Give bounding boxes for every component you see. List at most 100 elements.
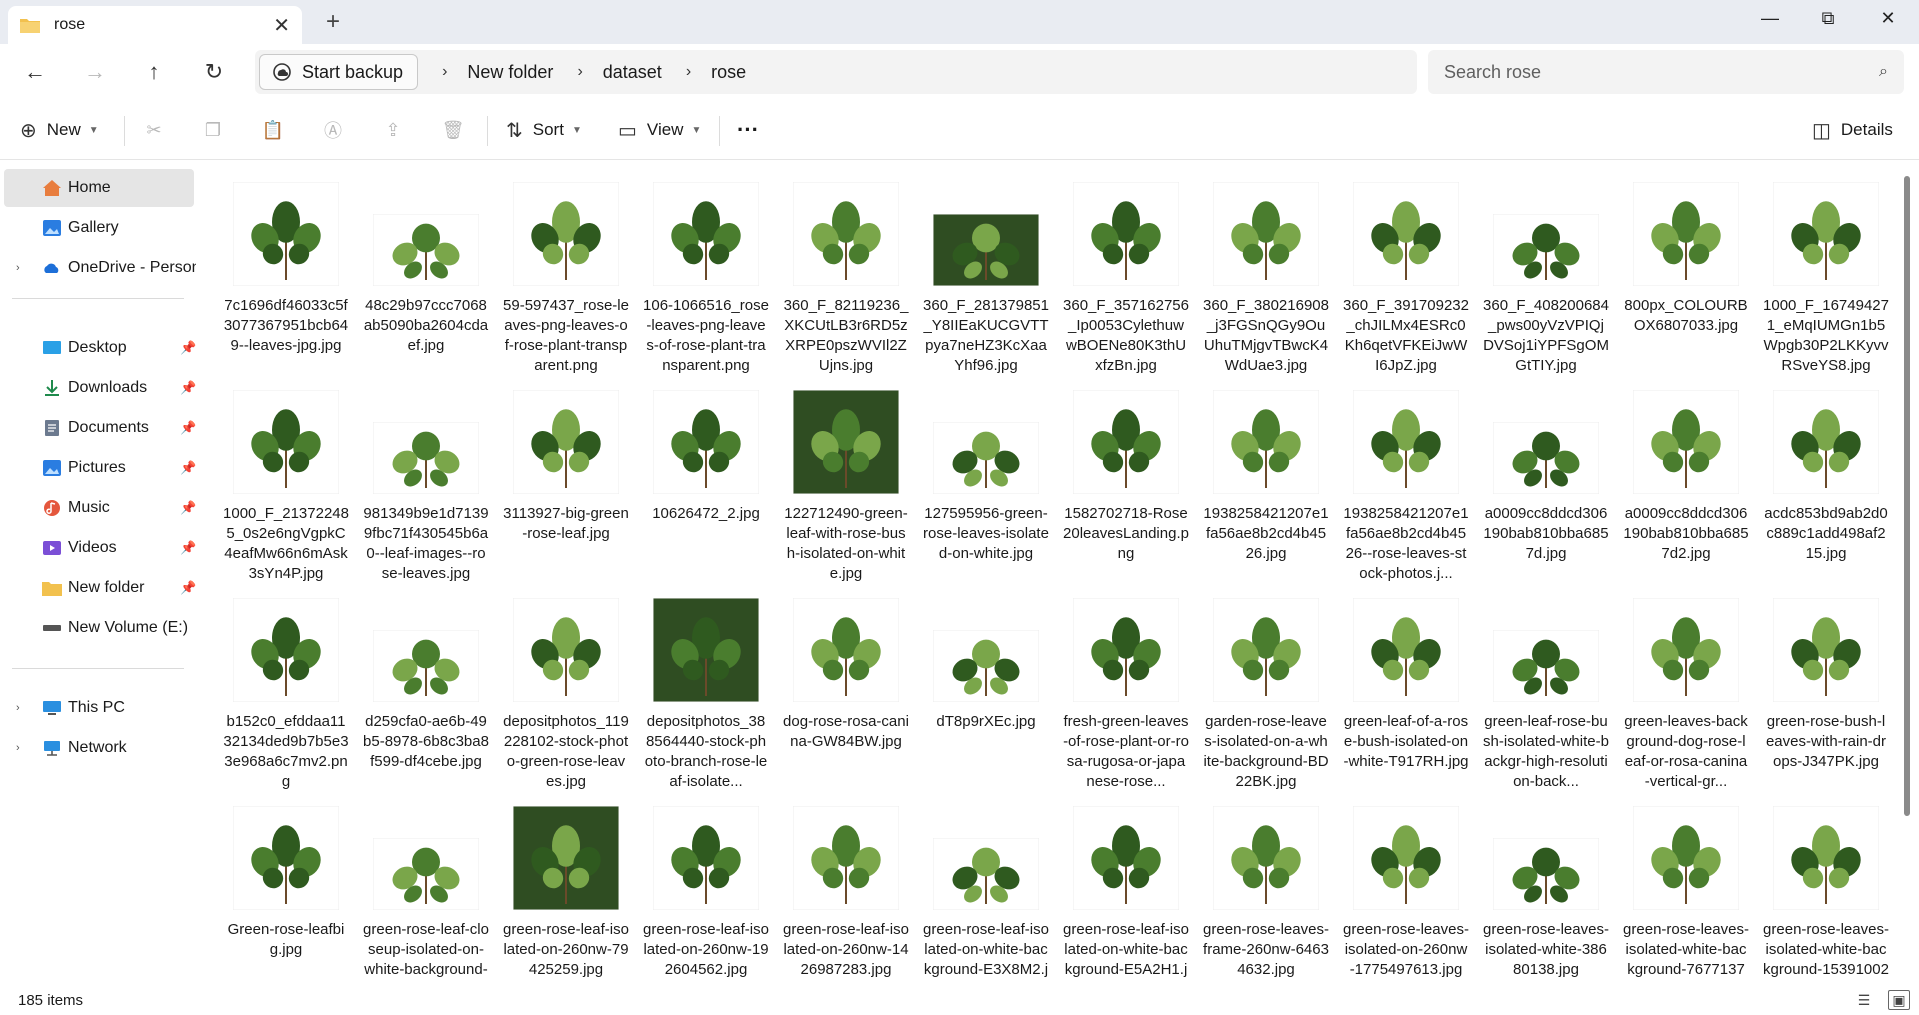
- file-item[interactable]: green-rose-leaves-isolated-white-3868013…: [1476, 796, 1616, 982]
- file-item[interactable]: 981349b9e1d71399fbc71f430545b6a0--leaf-i…: [356, 380, 496, 588]
- delete-icon[interactable]: 🗑: [441, 118, 465, 142]
- breadcrumb[interactable]: Start backup › New folder › dataset › ro…: [255, 50, 1417, 94]
- file-item[interactable]: 48c29b97ccc7068ab5090ba2604cdaef.jpg: [356, 172, 496, 380]
- file-item[interactable]: dog-rose-rosa-canina-GW84BW.jpg: [776, 588, 916, 796]
- new-button[interactable]: ⊕ New ▼: [20, 112, 99, 148]
- file-item[interactable]: Green-rose-leafbig.jpg: [216, 796, 356, 982]
- minimize-button[interactable]: —: [1740, 0, 1800, 36]
- file-item[interactable]: 800px_COLOURBOX6807033.jpg: [1616, 172, 1756, 380]
- file-item[interactable]: d259cfa0-ae6b-49b5-8978-6b8c3ba8f599-df4…: [356, 588, 496, 796]
- file-item[interactable]: 59-597437_rose-leaves-png-leaves-of-rose…: [496, 172, 636, 380]
- file-item[interactable]: 10626472_2.jpg: [636, 380, 776, 588]
- pin-icon[interactable]: 📌: [180, 540, 196, 556]
- file-item[interactable]: 1582702718-Rose20leavesLanding.png: [1056, 380, 1196, 588]
- file-item[interactable]: 1938258421207e1fa56ae8b2cd4b4526.jpg: [1196, 380, 1336, 588]
- file-item[interactable]: green-leaves-background-dog-rose-leaf-or…: [1616, 588, 1756, 796]
- paste-icon[interactable]: 📋: [261, 118, 285, 142]
- file-item[interactable]: acdc853bd9ab2d0c889c1add498af215.jpg: [1756, 380, 1896, 588]
- sidebar-item-network[interactable]: › Network: [4, 729, 194, 767]
- forward-button[interactable]: →: [78, 56, 112, 88]
- file-item[interactable]: green-rose-leaves-isolated-on-260nw-1775…: [1336, 796, 1476, 982]
- up-button[interactable]: ↑: [137, 56, 171, 88]
- new-tab-button[interactable]: +: [326, 8, 340, 36]
- pin-icon[interactable]: 📌: [180, 420, 196, 436]
- sidebar-item-videos[interactable]: Videos 📌: [4, 529, 196, 567]
- file-item[interactable]: 3113927-big-green-rose-leaf.jpg: [496, 380, 636, 588]
- search-box[interactable]: ⌕: [1428, 50, 1904, 94]
- cut-icon[interactable]: ✂: [142, 118, 166, 142]
- sidebar-item-desktop[interactable]: Desktop 📌: [4, 329, 196, 367]
- sidebar-item-music[interactable]: Music 📌: [4, 489, 196, 527]
- file-item[interactable]: green-rose-leaf-isolated-on-white-backgr…: [916, 796, 1056, 982]
- close-window-button[interactable]: ✕: [1858, 0, 1918, 36]
- file-item[interactable]: 360_F_281379851_Y8IIEaKUCGVTTpya7neHZ3Kc…: [916, 172, 1056, 380]
- sidebar-item-documents[interactable]: Documents 📌: [4, 409, 196, 447]
- sort-button[interactable]: ⇅ Sort ▼: [506, 112, 582, 148]
- sidebar-item-new-volume[interactable]: New Volume (E:): [4, 609, 194, 647]
- breadcrumb-dataset[interactable]: dataset: [603, 62, 662, 83]
- sidebar-item-home[interactable]: Home: [4, 169, 194, 207]
- file-item[interactable]: green-rose-leaf-isolated-on-260nw-794252…: [496, 796, 636, 982]
- pin-icon[interactable]: 📌: [180, 460, 196, 476]
- file-item[interactable]: depositphotos_388564440-stock-photo-bran…: [636, 588, 776, 796]
- scrollbar[interactable]: [1904, 176, 1910, 816]
- details-button[interactable]: ◫ Details: [1812, 112, 1893, 148]
- tiles-view-icon[interactable]: ▣: [1888, 990, 1910, 1010]
- file-item[interactable]: green-rose-leaves-frame-260nw-64634632.j…: [1196, 796, 1336, 982]
- file-item[interactable]: 7c1696df46033c5f3077367951bcb649--leaves…: [216, 172, 356, 380]
- share-icon[interactable]: ⇪: [381, 118, 405, 142]
- file-item[interactable]: 1000_F_167494271_eMqIUMGn1b5Wpgb30P2LKKy…: [1756, 172, 1896, 380]
- file-item[interactable]: green-leaf-rose-bush-isolated-white-back…: [1476, 588, 1616, 796]
- sidebar-item-pictures[interactable]: Pictures 📌: [4, 449, 196, 487]
- pin-icon[interactable]: 📌: [180, 580, 196, 596]
- chevron-right-icon[interactable]: ›: [686, 63, 691, 81]
- sidebar-item-downloads[interactable]: Downloads 📌: [4, 369, 196, 407]
- chevron-right-icon[interactable]: ›: [16, 702, 20, 714]
- sidebar-item-onedrive[interactable]: › OneDrive - Persona: [4, 249, 196, 287]
- file-item[interactable]: green-rose-leaf-isolated-on-260nw-192604…: [636, 796, 776, 982]
- file-item[interactable]: green-rose-leaf-isolated-on-white-backgr…: [1056, 796, 1196, 982]
- file-item[interactable]: 360_F_391709232_chJILMx4ESRc0Kh6qetVFKEi…: [1336, 172, 1476, 380]
- maximize-button[interactable]: ⧉: [1798, 0, 1858, 36]
- copy-icon[interactable]: ❐: [201, 118, 225, 142]
- details-view-icon[interactable]: ☰: [1853, 990, 1875, 1010]
- search-input[interactable]: [1444, 61, 1880, 83]
- rename-icon[interactable]: Ⓐ: [321, 118, 345, 142]
- sidebar-item-gallery[interactable]: Gallery: [4, 209, 194, 247]
- file-item[interactable]: 360_F_380216908_j3FGSnQGy9OuUhuTMjgvTBwc…: [1196, 172, 1336, 380]
- file-item[interactable]: a0009cc8ddcd306190bab810bba6857d.jpg: [1476, 380, 1616, 588]
- file-item[interactable]: 106-1066516_rose-leaves-png-leaves-of-ro…: [636, 172, 776, 380]
- file-item[interactable]: green-leaf-of-a-rose-bush-isolated-on-wh…: [1336, 588, 1476, 796]
- file-item[interactable]: depositphotos_119228102-stock-photo-gree…: [496, 588, 636, 796]
- file-item[interactable]: 360_F_357162756_Ip0053CylethuwwBOENe80K3…: [1056, 172, 1196, 380]
- breadcrumb-rose[interactable]: rose: [711, 62, 746, 83]
- sidebar-item-new-folder[interactable]: New folder 📌: [4, 569, 196, 607]
- view-button[interactable]: ▭ View ▼: [618, 112, 701, 148]
- tab-close-button[interactable]: ✕: [273, 13, 290, 38]
- file-item[interactable]: dT8p9rXEc.jpg: [916, 588, 1056, 796]
- file-item[interactable]: a0009cc8ddcd306190bab810bba6857d2.jpg: [1616, 380, 1756, 588]
- more-options-button[interactable]: ···: [737, 112, 759, 148]
- chevron-right-icon[interactable]: ›: [442, 63, 447, 81]
- file-item[interactable]: 127595956-green-rose-leaves-isolated-on-…: [916, 380, 1056, 588]
- chevron-right-icon[interactable]: ›: [16, 262, 20, 274]
- chevron-right-icon[interactable]: ›: [577, 63, 582, 81]
- pin-icon[interactable]: 📌: [180, 500, 196, 516]
- file-item[interactable]: b152c0_efddaa1132134ded9b7b5e33e968a6c7m…: [216, 588, 356, 796]
- file-item[interactable]: green-rose-bush-leaves-with-rain-drops-J…: [1756, 588, 1896, 796]
- back-button[interactable]: ←: [18, 56, 52, 88]
- file-item[interactable]: garden-rose-leaves-isolated-on-a-white-b…: [1196, 588, 1336, 796]
- file-item[interactable]: 360_F_408200684_pws00yVzVPIQjDVSoj1iYPFS…: [1476, 172, 1616, 380]
- sidebar-item-this-pc[interactable]: › This PC: [4, 689, 194, 727]
- breadcrumb-new-folder[interactable]: New folder: [467, 62, 553, 83]
- start-backup-button[interactable]: Start backup: [259, 54, 419, 90]
- file-item[interactable]: 1938258421207e1fa56ae8b2cd4b4526--rose-l…: [1336, 380, 1476, 588]
- file-item[interactable]: 122712490-green-leaf-with-rose-bush-isol…: [776, 380, 916, 588]
- file-item[interactable]: green-rose-leaf-closeup-isolated-on-whit…: [356, 796, 496, 982]
- tab-rose[interactable]: rose ✕: [8, 6, 302, 44]
- file-item[interactable]: 360_F_82119236_XKCUtLB3r6RD5zXRPE0pszWVI…: [776, 172, 916, 380]
- refresh-button[interactable]: ↻: [197, 56, 231, 88]
- file-item[interactable]: green-rose-leaves-isolated-white-backgro…: [1616, 796, 1756, 982]
- chevron-right-icon[interactable]: ›: [16, 742, 20, 754]
- file-item[interactable]: 1000_F_213722485_0s2e6ngVgpkC4eafMw66n6m…: [216, 380, 356, 588]
